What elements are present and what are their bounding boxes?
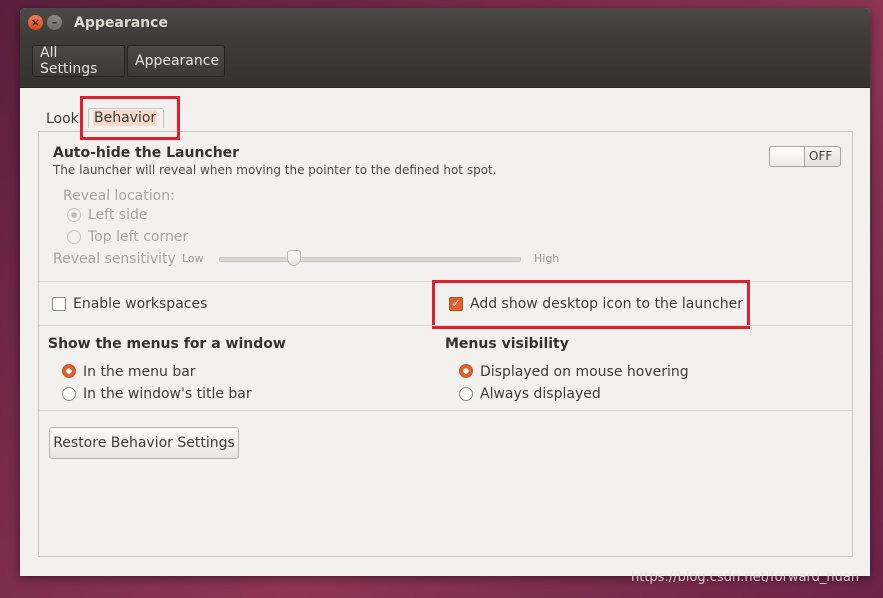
radio-in-title-bar[interactable] [62,387,76,401]
radio-always-displayed[interactable] [459,387,473,401]
title-bar: × – Appearance [20,8,870,38]
close-window-button[interactable]: × [28,15,43,30]
autohide-description: The launcher will reveal when moving the… [53,163,497,177]
sensitivity-slider-handle[interactable] [287,250,301,266]
restore-behavior-settings-button[interactable]: Restore Behavior Settings [49,427,239,459]
divider [39,410,852,411]
radio-on-hover[interactable] [459,364,473,378]
highlight-box-behavior-tab [80,96,180,140]
visibility-heading: Menus visibility [445,336,569,352]
switch-state-label: OFF [809,149,833,163]
all-settings-button[interactable]: All Settings [32,45,125,77]
minimize-window-button[interactable]: – [47,15,62,30]
switch-knob [770,147,805,166]
divider [39,325,852,326]
top-left-corner-label: Top left corner [88,229,189,245]
autohide-switch[interactable]: OFF [769,146,841,167]
reveal-location-label: Reveal location: [63,188,175,204]
reveal-sensitivity-slider[interactable] [219,257,521,262]
radio-top-left-corner[interactable] [67,230,81,244]
in-title-bar-label: In the window's title bar [83,386,252,402]
enable-workspaces-label: Enable workspaces [73,296,208,312]
tab-look[interactable]: Look [46,111,79,127]
enable-workspaces-checkbox[interactable] [52,297,66,311]
watermark-text: https://blog.csdn.net/forward_huan [631,570,860,585]
highlight-box-desktop-icon [432,280,750,329]
reveal-sensitivity-label: Reveal sensitivity [53,251,176,267]
in-menu-bar-label: In the menu bar [83,364,196,380]
always-displayed-label: Always displayed [480,386,601,402]
autohide-title: Auto-hide the Launcher [53,145,240,161]
window-title: Appearance [74,15,168,31]
left-side-label: Left side [88,207,148,223]
menus-heading: Show the menus for a window [48,336,286,352]
radio-left-side[interactable] [67,208,81,222]
breadcrumb: All Settings Appearance [20,38,870,88]
sensitivity-low-label: Low [182,252,204,265]
sensitivity-high-label: High [534,252,560,265]
appearance-breadcrumb-button[interactable]: Appearance [127,45,225,77]
radio-in-menu-bar[interactable] [62,364,76,378]
on-hover-label: Displayed on mouse hovering [480,364,689,380]
